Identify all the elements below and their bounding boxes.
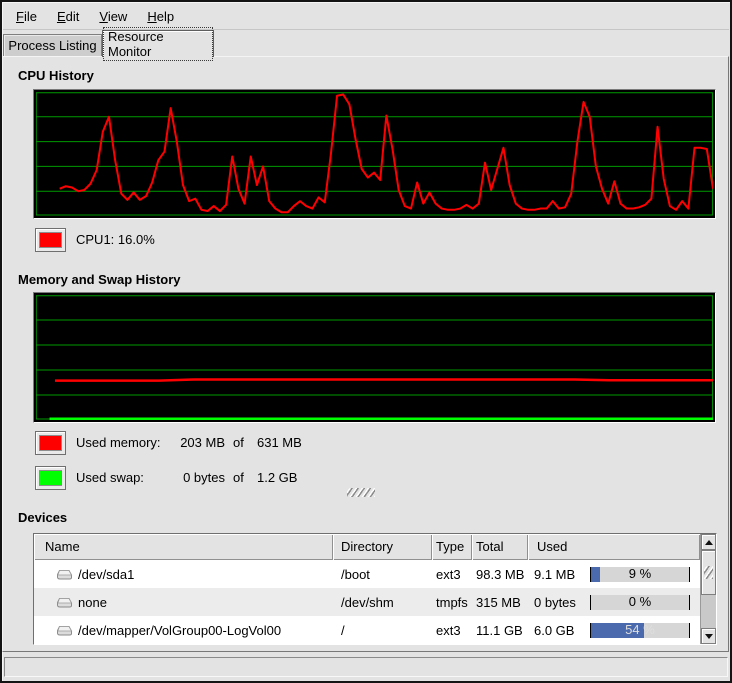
system-monitor-window: File Edit View Help Process Listing Reso…	[0, 0, 732, 683]
device-type: tmpfs	[432, 595, 472, 610]
up-arrow-icon	[705, 540, 713, 545]
menu-view[interactable]: View	[89, 6, 137, 27]
swap-total-value: 1.2 GB	[257, 466, 297, 490]
device-directory: /boot	[333, 567, 432, 582]
tab-process-listing[interactable]: Process Listing	[3, 34, 102, 56]
drive-icon	[56, 568, 73, 581]
status-bar	[4, 657, 728, 677]
tab-resource-monitor-label: Resource Monitor	[108, 29, 164, 59]
device-directory: /	[333, 623, 432, 638]
tab-process-listing-label: Process Listing	[8, 38, 96, 53]
device-row-none[interactable]: none /dev/shm tmpfs 315 MB 0 bytes 0 %	[34, 588, 716, 616]
memory-legend-color-chip	[39, 435, 62, 451]
column-header-used[interactable]: Used	[528, 534, 700, 560]
menu-help[interactable]: Help	[137, 6, 184, 27]
device-used: 0 bytes	[534, 595, 576, 610]
usage-percent-label: 0 %	[591, 595, 689, 610]
device-total: 11.1 GB	[472, 623, 528, 638]
cpu-history-title: CPU History	[18, 68, 94, 83]
scroll-up-button[interactable]	[701, 534, 716, 550]
usage-progress-bar: 9 %	[590, 567, 690, 582]
menu-edit[interactable]: Edit	[47, 6, 89, 27]
menu-file[interactable]: File	[6, 6, 47, 27]
cpu-history-graph	[33, 89, 716, 219]
memory-history-graph	[33, 292, 716, 423]
usage-progress-bar: 0 %	[590, 595, 690, 610]
devices-title: Devices	[18, 510, 67, 525]
swap-legend-color-chip	[39, 470, 62, 486]
drive-icon	[56, 624, 73, 637]
device-directory: /dev/shm	[333, 595, 432, 610]
devices-table: Name Directory Type Total Used /dev/sda1…	[33, 533, 717, 645]
cpu-legend-label: CPU1: 16.0%	[76, 228, 155, 252]
scrollbar-thumb[interactable]	[701, 550, 716, 595]
device-type: ext3	[432, 567, 472, 582]
tab-focus-outline: Resource Monitor	[103, 27, 213, 61]
device-used: 6.0 GB	[534, 623, 574, 638]
vertical-scrollbar[interactable]	[700, 534, 716, 644]
device-name: /dev/mapper/VolGroup00-LogVol00	[78, 623, 281, 638]
drive-icon	[56, 596, 73, 609]
scrollbar-grip-icon	[704, 566, 713, 579]
column-header-directory[interactable]: Directory	[333, 534, 432, 560]
menubar: File Edit View Help	[3, 3, 729, 30]
devices-table-header: Name Directory Type Total Used	[34, 534, 716, 560]
memory-total-value: 631 MB	[257, 431, 302, 455]
used-memory-value: 203 MB	[146, 431, 225, 455]
down-arrow-icon	[705, 634, 713, 639]
memory-legend-color-button[interactable]	[35, 431, 66, 455]
device-total: 98.3 MB	[472, 567, 528, 582]
tab-resource-monitor[interactable]: Resource Monitor	[102, 30, 214, 57]
usage-percent-label: 54 %	[591, 623, 689, 638]
device-type: ext3	[432, 623, 472, 638]
column-header-name[interactable]: Name	[34, 534, 333, 560]
device-row-sda1[interactable]: /dev/sda1 /boot ext3 98.3 MB 9.1 MB 9 %	[34, 560, 716, 588]
used-swap-of: of	[233, 466, 244, 490]
scroll-down-button[interactable]	[701, 628, 716, 644]
memory-history-chart	[36, 295, 713, 420]
used-memory-of: of	[233, 431, 244, 455]
column-header-type[interactable]: Type	[432, 534, 472, 560]
cpu-history-chart	[36, 92, 713, 216]
cpu-legend-color-chip	[39, 232, 62, 248]
swap-legend-color-button[interactable]	[35, 466, 66, 490]
usage-progress-bar: 54 %	[590, 623, 690, 638]
usage-percent-label: 9 %	[591, 567, 689, 582]
device-row-volgroup[interactable]: /dev/mapper/VolGroup00-LogVol00 / ext3 1…	[34, 616, 716, 644]
device-name: /dev/sda1	[78, 567, 134, 582]
pane-resize-grip[interactable]	[347, 488, 375, 497]
column-header-total[interactable]: Total	[472, 534, 528, 560]
device-total: 315 MB	[472, 595, 528, 610]
memory-history-title: Memory and Swap History	[18, 272, 181, 287]
used-swap-value: 0 bytes	[146, 466, 225, 490]
cpu-legend-color-button[interactable]	[35, 228, 66, 252]
device-name: none	[78, 595, 107, 610]
device-used: 9.1 MB	[534, 567, 575, 582]
